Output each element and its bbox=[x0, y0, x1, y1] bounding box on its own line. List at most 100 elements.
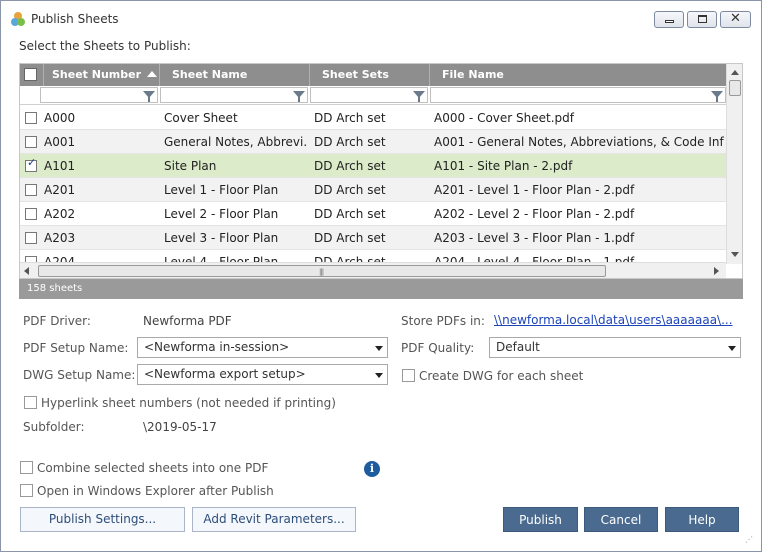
row-checkbox[interactable] bbox=[25, 184, 37, 196]
sheet-count-bar: 158 sheets bbox=[19, 279, 743, 299]
store-pdfs-link[interactable]: \\newforma.local\data\users\aaaaaaa\... bbox=[494, 313, 734, 327]
pdf-driver-label: PDF Driver: bbox=[23, 314, 91, 328]
dwg-setup-value: <Newforma export setup> bbox=[144, 367, 306, 381]
create-dwg-checkbox[interactable] bbox=[402, 369, 415, 382]
vertical-scroll-thumb[interactable] bbox=[729, 80, 741, 96]
newforma-logo-icon bbox=[11, 12, 25, 26]
cell-sheet-name: Cover Sheet bbox=[164, 111, 238, 125]
table-row[interactable]: A001 General Notes, Abbrevi... DD Arch set… bbox=[20, 130, 726, 154]
column-label: Sheet Number bbox=[52, 68, 142, 81]
pdf-quality-select[interactable]: Default bbox=[489, 337, 741, 358]
row-checkbox[interactable] bbox=[25, 112, 37, 124]
dwg-setup-select[interactable]: <Newforma export setup> bbox=[137, 364, 388, 385]
pdf-setup-label: PDF Setup Name: bbox=[23, 341, 129, 355]
minimize-icon bbox=[665, 20, 674, 23]
pdf-quality-label: PDF Quality: bbox=[401, 341, 475, 355]
filter-file-name[interactable] bbox=[430, 87, 726, 103]
filter-sheet-number[interactable] bbox=[40, 87, 158, 103]
filter-sheet-name[interactable] bbox=[160, 87, 308, 103]
grid-rows: A000 Cover Sheet DD Arch set A000 - Cover S… bbox=[20, 106, 726, 274]
help-button[interactable]: Help bbox=[665, 507, 739, 532]
info-icon[interactable]: i bbox=[364, 461, 380, 477]
cell-file-name: A202 - Level 2 - Floor Plan - 2.pdf bbox=[434, 207, 635, 221]
cell-sheet-set: DD Arch set bbox=[314, 159, 386, 173]
column-label: Sheet Sets bbox=[322, 68, 389, 81]
cell-sheet-name: Level 2 - Floor Plan bbox=[164, 207, 279, 221]
resize-grip-icon[interactable]: ⋰ bbox=[745, 535, 753, 544]
publish-sheets-dialog: Publish Sheets ✕ Select the Sheets to Pu… bbox=[0, 0, 762, 552]
chevron-down-icon bbox=[728, 346, 736, 351]
cell-file-name: A201 - Level 1 - Floor Plan - 2.pdf bbox=[434, 183, 635, 197]
cell-sheet-set: DD Arch set bbox=[314, 183, 386, 197]
table-row[interactable]: A202 Level 2 - Floor Plan DD Arch set A202 … bbox=[20, 202, 726, 226]
column-label: File Name bbox=[442, 68, 504, 81]
chevron-down-icon bbox=[375, 346, 383, 351]
table-row[interactable]: A203 Level 3 - Floor Plan DD Arch set A203 … bbox=[20, 226, 726, 250]
grip-icon: ||| bbox=[319, 268, 324, 276]
cell-sheet-number: A201 bbox=[44, 183, 76, 197]
select-all-checkbox[interactable] bbox=[24, 68, 37, 81]
scroll-left-icon[interactable] bbox=[24, 267, 29, 275]
create-dwg-label: Create DWG for each sheet bbox=[419, 369, 584, 383]
dwg-setup-label: DWG Setup Name: bbox=[23, 368, 136, 382]
publish-settings-button[interactable]: Publish Settings... bbox=[20, 507, 185, 532]
subfolder-value: \2019-05-17 bbox=[143, 420, 217, 434]
minimize-button[interactable] bbox=[654, 11, 684, 28]
horizontal-scrollbar[interactable]: ||| bbox=[20, 262, 726, 278]
column-header-file-name[interactable]: File Name bbox=[430, 64, 726, 86]
row-checkbox[interactable] bbox=[25, 232, 37, 244]
cell-sheet-number: A001 bbox=[44, 135, 76, 149]
close-icon: ✕ bbox=[730, 11, 741, 26]
row-checkbox[interactable] bbox=[25, 136, 37, 148]
scroll-right-icon[interactable] bbox=[714, 267, 719, 275]
open-explorer-checkbox[interactable] bbox=[20, 484, 33, 497]
maximize-button[interactable] bbox=[687, 11, 717, 28]
combine-pdf-checkbox[interactable] bbox=[20, 461, 33, 474]
cell-sheet-number: A202 bbox=[44, 207, 76, 221]
scroll-down-icon[interactable] bbox=[731, 252, 739, 257]
filter-icon[interactable] bbox=[413, 91, 425, 102]
chevron-down-icon bbox=[375, 373, 383, 378]
pdf-driver-value: Newforma PDF bbox=[143, 314, 232, 328]
vertical-scrollbar[interactable] bbox=[726, 64, 742, 264]
cell-file-name: A000 - Cover Sheet.pdf bbox=[434, 111, 574, 125]
combine-pdf-label: Combine selected sheets into one PDF bbox=[37, 461, 269, 475]
cell-sheet-set: DD Arch set bbox=[314, 231, 386, 245]
cell-sheet-name: General Notes, Abbrevi... bbox=[164, 135, 306, 149]
cell-sheet-name: Site Plan bbox=[164, 159, 217, 173]
horizontal-scroll-thumb[interactable]: ||| bbox=[38, 265, 606, 277]
close-button[interactable]: ✕ bbox=[720, 11, 751, 28]
grid-header: Sheet Number Sheet Name Sheet Sets File … bbox=[20, 64, 726, 86]
open-explorer-label: Open in Windows Explorer after Publish bbox=[37, 484, 274, 498]
pdf-setup-value: <Newforma in-session> bbox=[144, 340, 290, 354]
row-checkbox[interactable] bbox=[25, 208, 37, 220]
cell-sheet-number: A101 bbox=[44, 159, 76, 173]
cell-sheet-name: Level 3 - Floor Plan bbox=[164, 231, 279, 245]
column-header-sheet-name[interactable]: Sheet Name bbox=[160, 64, 310, 86]
table-row[interactable]: A000 Cover Sheet DD Arch set A000 - Cover S… bbox=[20, 106, 726, 130]
filter-sheet-sets[interactable] bbox=[310, 87, 428, 103]
table-row[interactable]: A201 Level 1 - Floor Plan DD Arch set A201 … bbox=[20, 178, 726, 202]
title-bar: Publish Sheets ✕ bbox=[1, 1, 761, 35]
cell-sheet-set: DD Arch set bbox=[314, 111, 386, 125]
column-header-sheet-number[interactable]: Sheet Number bbox=[40, 64, 160, 86]
cell-sheet-number: A203 bbox=[44, 231, 76, 245]
add-revit-parameters-button[interactable]: Add Revit Parameters... bbox=[192, 507, 356, 532]
scroll-up-icon[interactable] bbox=[731, 70, 739, 75]
publish-button[interactable]: Publish bbox=[503, 507, 578, 532]
subfolder-label: Subfolder: bbox=[23, 420, 85, 434]
pdf-setup-select[interactable]: <Newforma in-session> bbox=[137, 337, 388, 358]
row-checkbox[interactable] bbox=[25, 156, 37, 172]
column-label: Sheet Name bbox=[172, 68, 248, 81]
hyperlink-label: Hyperlink sheet numbers (not needed if p… bbox=[41, 396, 336, 410]
select-sheets-label: Select the Sheets to Publish: bbox=[19, 39, 191, 53]
cancel-button[interactable]: Cancel bbox=[584, 507, 658, 532]
filter-icon[interactable] bbox=[711, 91, 723, 102]
column-header-sheet-sets[interactable]: Sheet Sets bbox=[310, 64, 430, 86]
store-pdfs-label: Store PDFs in: bbox=[401, 314, 485, 328]
table-row[interactable]: A101 Site Plan DD Arch set A101 - Site Plan… bbox=[20, 154, 726, 178]
hyperlink-checkbox[interactable] bbox=[24, 396, 37, 409]
filter-icon[interactable] bbox=[293, 91, 305, 102]
filter-row bbox=[20, 86, 726, 105]
filter-icon[interactable] bbox=[143, 91, 155, 102]
